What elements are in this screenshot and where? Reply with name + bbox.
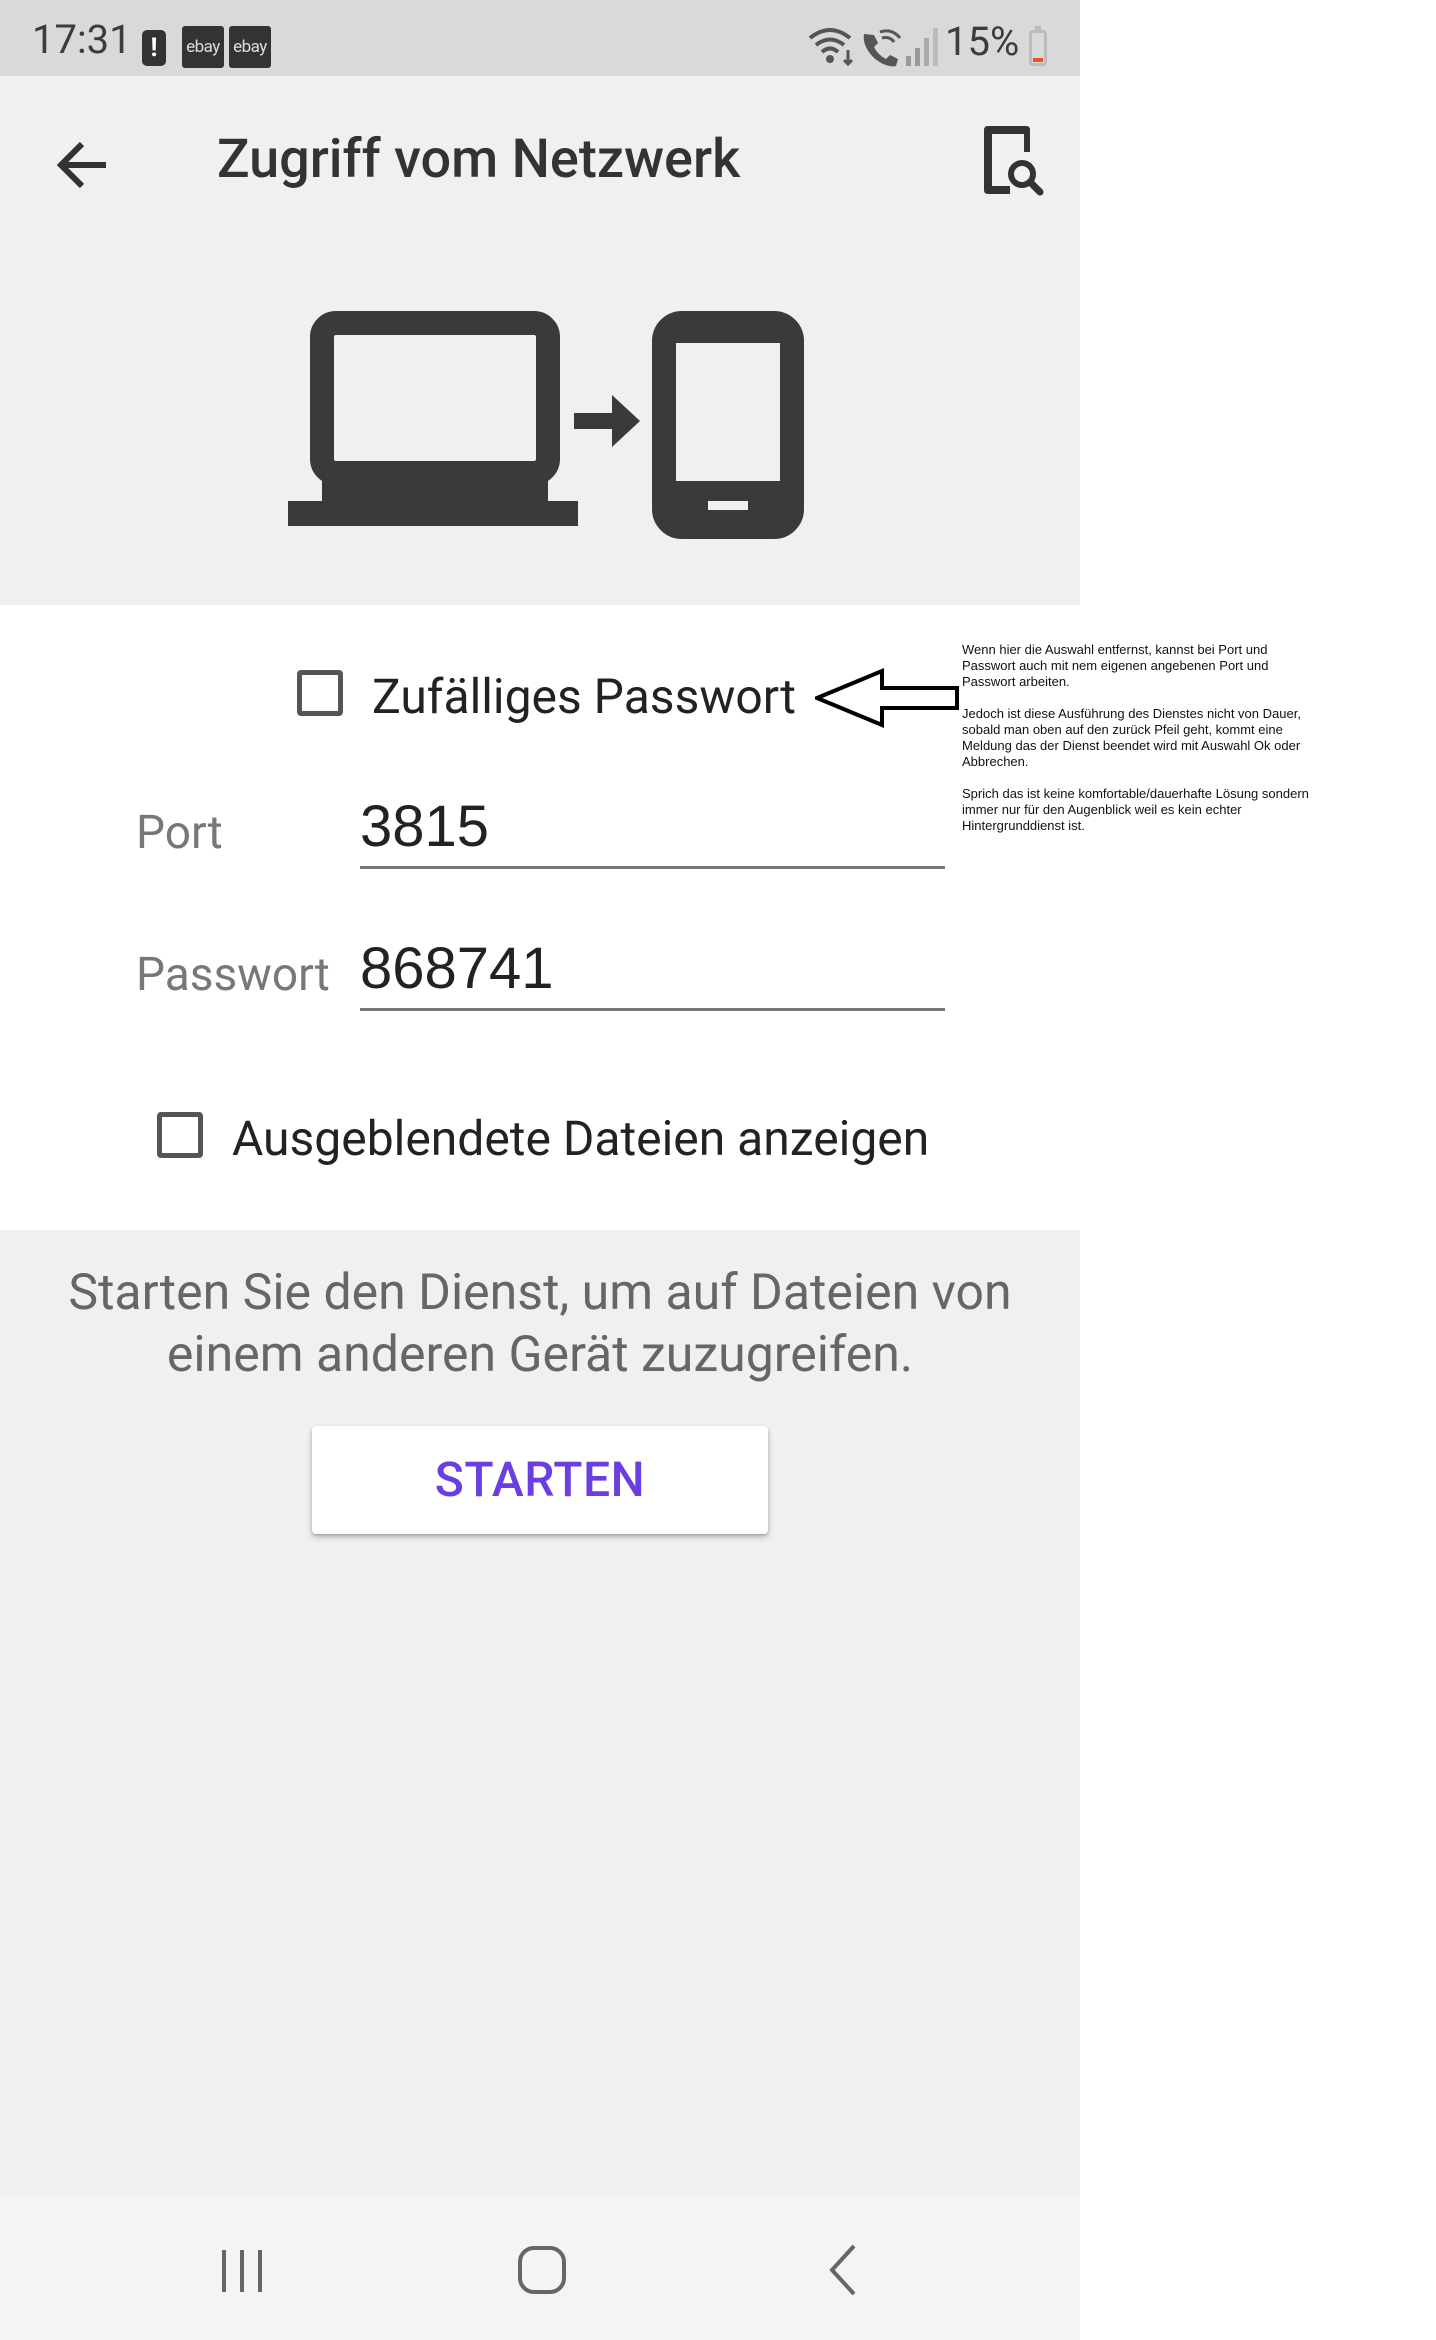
start-button[interactable]: STARTEN (312, 1426, 768, 1534)
signal-icon (906, 28, 938, 66)
start-hint-line: Starten Sie den Dienst, um auf Dateien v… (68, 1264, 1012, 1322)
port-label: Port (136, 806, 223, 860)
navigation-bar (0, 2196, 1080, 2340)
annotation-paragraph: Wenn hier die Auswahl entfernst, kannst … (962, 642, 1269, 689)
show-hidden-files-checkbox[interactable] (157, 1112, 203, 1158)
show-hidden-files-label[interactable]: Ausgeblendete Dateien anzeigen (232, 1110, 929, 1167)
page-title: Zugriff vom Netzwerk (217, 128, 741, 191)
laptop-icon (288, 311, 578, 526)
home-icon (518, 2246, 566, 2294)
recent-apps-button[interactable] (202, 2230, 282, 2310)
laptop-to-phone-illustration (288, 311, 804, 539)
start-hint-line: einem anderen Gerät zuzugreifen. (166, 1326, 914, 1384)
phone-search-icon (984, 126, 1044, 196)
home-button[interactable] (502, 2230, 582, 2310)
recent-apps-icon (222, 2250, 262, 2292)
battery-percent: 15% (945, 18, 1020, 65)
status-time: 17:31 (32, 16, 132, 63)
random-password-checkbox[interactable] (297, 670, 343, 716)
wifi-icon (808, 28, 854, 67)
alert-icon: ! (142, 30, 166, 66)
annotation-paragraph: Sprich das ist keine komfortable/dauerha… (962, 786, 1309, 833)
arrow-right-icon (574, 395, 640, 447)
annotation-arrow-icon (815, 668, 959, 728)
chevron-left-icon (829, 2244, 856, 2296)
system-back-button[interactable] (804, 2230, 884, 2310)
battery-icon (1029, 26, 1047, 66)
password-label: Passwort (136, 948, 330, 1002)
password-input[interactable] (360, 938, 945, 1011)
wifi-call-icon (863, 29, 902, 67)
status-bar: 17:31 ! ebay ebay 15% (0, 0, 1080, 76)
annotation-note: Wenn hier die Auswahl entfernst, kannst … (962, 642, 1312, 850)
ebay-notification-icon: ebay (229, 26, 271, 68)
annotation-paragraph: Jedoch ist diese Ausführung des Dienstes… (962, 706, 1301, 769)
phone-screen: 17:31 ! ebay ebay 15% Zugriff vom Netzwe (0, 0, 1080, 2340)
start-hint-text: Starten Sie den Dienst, um auf Dateien v… (0, 1262, 1080, 1386)
arrow-back-icon (56, 141, 106, 189)
port-input[interactable] (360, 796, 945, 869)
random-password-label[interactable]: Zufälliges Passwort (372, 668, 796, 725)
ebay-notification-icon: ebay (182, 26, 224, 68)
back-button[interactable] (50, 130, 120, 200)
smartphone-icon (652, 311, 804, 539)
find-device-button[interactable] (980, 122, 1050, 202)
